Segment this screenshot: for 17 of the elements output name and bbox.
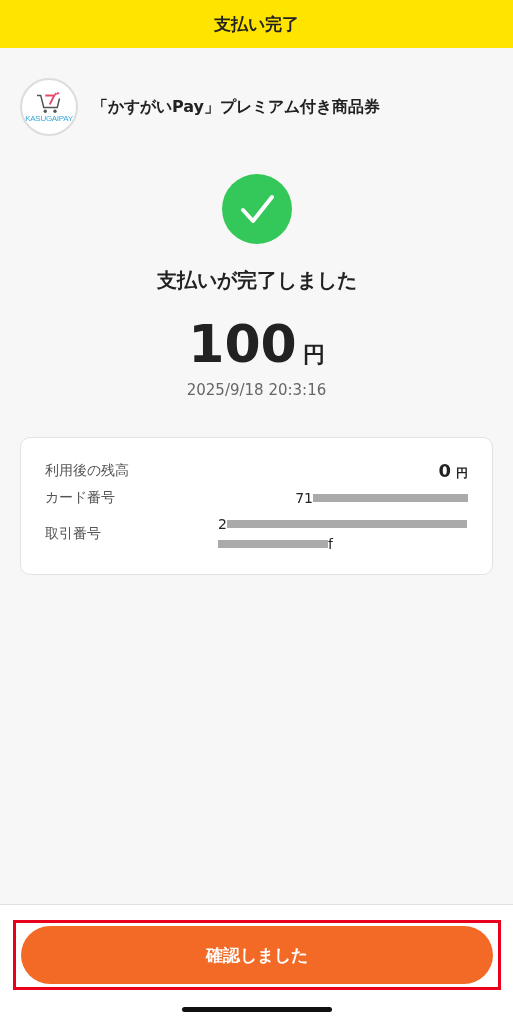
merchant-name: 「かすがいPay」プレミアム付き商品券	[92, 96, 381, 118]
detail-value: f	[328, 535, 333, 555]
payment-datetime: 2025/9/18 20:3:16	[186, 381, 327, 400]
logo-text: KASUGAIPAY	[25, 115, 73, 123]
payment-amount: 100	[188, 316, 297, 374]
status-message: 支払いが完了しました	[156, 267, 357, 294]
currency-unit: 円	[456, 465, 468, 483]
detail-label: 取引番号	[45, 525, 101, 544]
detail-label: カード番号	[45, 489, 115, 508]
confirm-button[interactable]: 確認しました	[20, 926, 493, 984]
detail-value: 2	[218, 515, 227, 535]
page-title: 支払い完了	[214, 12, 299, 36]
detail-label: 利用後の残高	[45, 462, 129, 481]
balance-value: 0	[438, 460, 451, 482]
currency-unit: 円	[302, 341, 325, 369]
detail-value: 71	[295, 489, 313, 509]
check-icon	[221, 174, 292, 244]
